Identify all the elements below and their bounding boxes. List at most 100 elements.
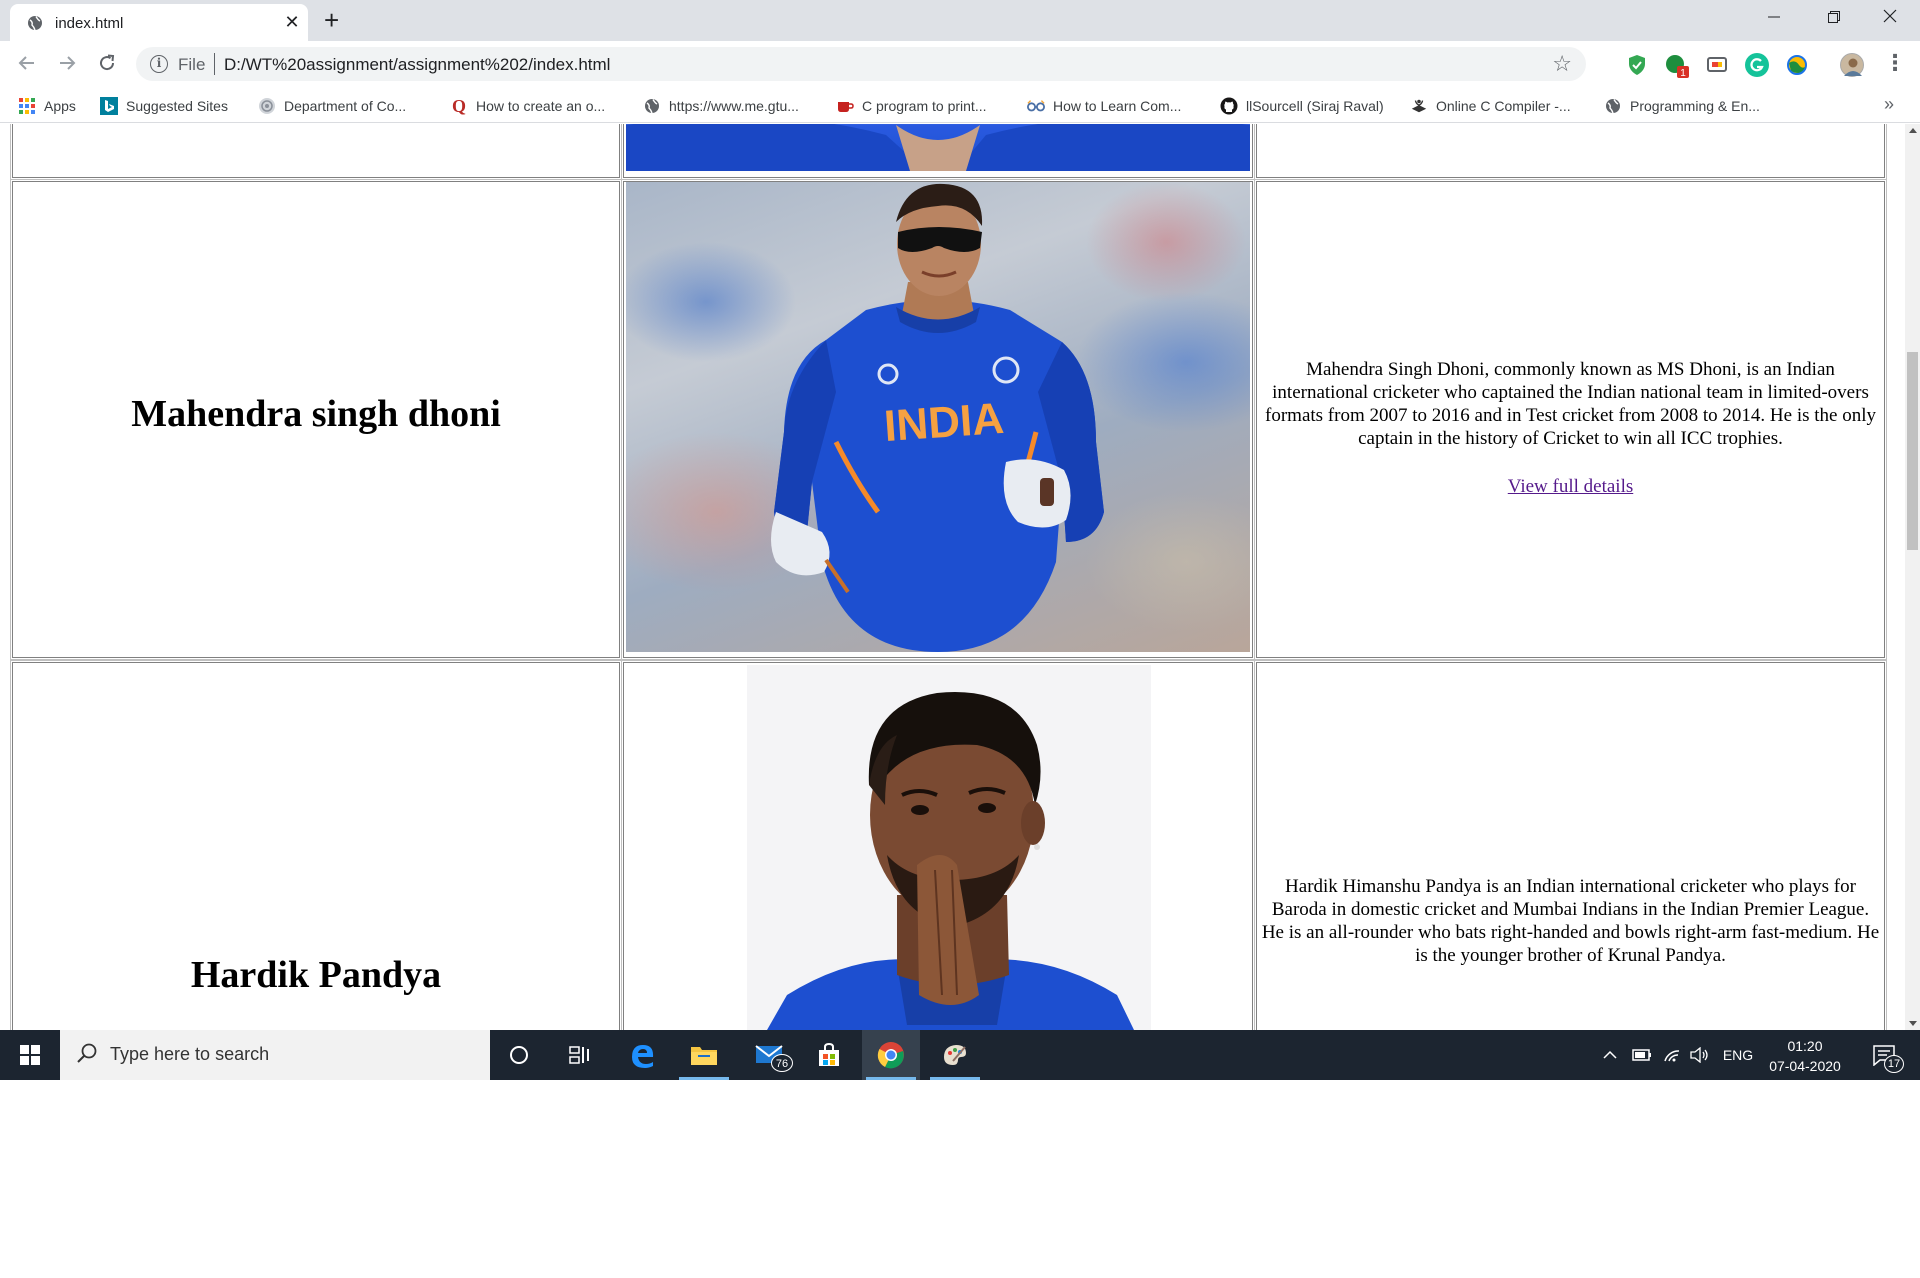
close-window-button[interactable] — [1862, 0, 1918, 38]
mail-badge: 76 — [771, 1054, 793, 1072]
store-button[interactable] — [800, 1030, 858, 1080]
windows-logo-icon — [20, 1045, 40, 1065]
bookmark-learn-com[interactable]: How to Learn Com... — [1027, 95, 1181, 117]
tab-close-icon[interactable]: ✕ — [282, 12, 302, 32]
tab-strip: index.html ✕ + — [0, 0, 1920, 41]
player-photo-cell — [621, 660, 1255, 1030]
chrome-button[interactable] — [862, 1030, 920, 1080]
table-cell — [10, 124, 622, 180]
bookmark-online-compiler[interactable]: Online C Compiler -... — [1410, 95, 1571, 117]
paint-button[interactable] — [926, 1030, 984, 1080]
language-indicator[interactable]: ENG — [1718, 1030, 1758, 1080]
bookmark-label: Department of Co... — [284, 98, 407, 114]
windows-taskbar: Type here to search 76 ENG 01:20 07-04-2… — [0, 1030, 1920, 1080]
previous-player-photo — [626, 124, 1250, 171]
ms-dhoni-photo: INDIA — [626, 182, 1250, 652]
notification-badge: 17 — [1884, 1055, 1904, 1073]
player-description-cell: Mahendra Singh Dhoni, commonly known as … — [1254, 179, 1887, 660]
minimize-button[interactable] — [1746, 0, 1802, 38]
vertical-scrollbar[interactable] — [1905, 124, 1920, 1030]
bookmark-star-icon[interactable]: ☆ — [1552, 51, 1572, 77]
globe-icon — [643, 97, 661, 115]
shield-extension-icon[interactable] — [1625, 53, 1649, 77]
bookmark-label: Apps — [44, 98, 76, 114]
edge-button[interactable] — [613, 1030, 671, 1080]
volume-icon[interactable] — [1688, 1030, 1712, 1080]
cast-extension-icon[interactable] — [1705, 53, 1729, 77]
cup-icon — [836, 97, 854, 115]
clock-date: 07-04-2020 — [1769, 1058, 1841, 1074]
address-bar[interactable]: i File D:/WT%20assignment/assignment%202… — [136, 47, 1586, 81]
apps-grid-icon — [18, 97, 36, 115]
github-icon — [1220, 97, 1238, 115]
bookmark-label: How to Learn Com... — [1053, 98, 1182, 114]
back-button[interactable] — [14, 52, 40, 78]
bookmark-github[interactable]: llSourcell (Siraj Raval) — [1220, 95, 1384, 117]
player-description: Hardik Himanshu Pandya is an Indian inte… — [1261, 876, 1880, 966]
edge-icon — [632, 1045, 654, 1068]
folder-icon — [691, 1047, 717, 1065]
scroll-down-icon[interactable] — [1909, 1021, 1917, 1026]
paint-icon — [944, 1045, 966, 1065]
battery-icon[interactable] — [1630, 1030, 1654, 1080]
scrollbar-thumb[interactable] — [1907, 352, 1918, 550]
player-name: Hardik Pandya — [190, 954, 442, 996]
player-name-cell: Hardik Pandya — [10, 660, 622, 1030]
bookmark-programming[interactable]: Programming & En... — [1604, 95, 1760, 117]
task-view-icon — [569, 1046, 589, 1064]
new-tab-button[interactable]: + — [324, 7, 339, 33]
view-full-details-link[interactable]: View full details — [1257, 476, 1884, 498]
clock-time: 01:20 — [1787, 1038, 1823, 1054]
site-info-icon[interactable]: i — [150, 55, 168, 73]
table-cell — [1254, 124, 1887, 180]
tab-title: index.html — [55, 15, 124, 32]
taskbar-search-box[interactable]: Type here to search — [60, 1030, 490, 1080]
bookmark-label: https://www.me.gtu... — [669, 98, 799, 114]
table-cell — [621, 124, 1255, 180]
globe-extension-icon[interactable] — [1785, 53, 1809, 77]
store-icon — [819, 1042, 839, 1066]
bookmark-gtu[interactable]: https://www.me.gtu... — [643, 95, 799, 117]
bookmark-label: Online C Compiler -... — [1436, 98, 1571, 114]
chrome-menu-icon[interactable]: ⋮ — [1884, 50, 1906, 76]
reload-button[interactable] — [94, 52, 120, 78]
wifi-icon[interactable] — [1660, 1030, 1684, 1080]
url-text[interactable]: D:/WT%20assignment/assignment%202/index.… — [224, 55, 610, 75]
bing-icon — [100, 97, 118, 115]
jersey-text: INDIA — [883, 394, 1006, 451]
file-explorer-button[interactable] — [675, 1030, 733, 1080]
player-description: Mahendra Singh Dhoni, commonly known as … — [1265, 359, 1876, 449]
grammarly-icon[interactable] — [1745, 53, 1769, 77]
search-icon — [76, 1042, 98, 1069]
forward-button[interactable] — [54, 52, 80, 78]
bookmark-label: How to create an o... — [476, 98, 606, 114]
start-button[interactable] — [0, 1030, 60, 1080]
bookmark-quora[interactable]: Q How to create an o... — [450, 95, 605, 117]
department-icon — [258, 97, 276, 115]
player-photo-cell: INDIA — [621, 179, 1255, 660]
url-divider — [214, 53, 215, 75]
bookmark-department[interactable]: Department of Co... — [258, 95, 406, 117]
clock[interactable]: 01:20 07-04-2020 — [1760, 1036, 1850, 1076]
bookmark-suggested-sites[interactable]: Suggested Sites — [100, 95, 228, 117]
browser-toolbar: i File D:/WT%20assignment/assignment%202… — [0, 41, 1920, 88]
task-view-button[interactable] — [551, 1030, 609, 1080]
player-name-cell: Mahendra singh dhoni — [10, 179, 622, 660]
bookmark-apps[interactable]: Apps — [18, 95, 76, 117]
page-content: Mahendra singh dhoni INDIA Mahendra Sing… — [0, 124, 1905, 1030]
extension-badge-icon[interactable]: 1 — [1664, 53, 1689, 79]
cortana-button[interactable] — [490, 1030, 548, 1080]
tray-overflow-icon[interactable] — [1600, 1030, 1620, 1080]
scroll-up-icon[interactable] — [1909, 128, 1917, 133]
bookmark-label: C program to print... — [862, 98, 987, 114]
mail-button[interactable]: 76 — [741, 1030, 799, 1080]
hardik-pandya-photo — [747, 665, 1151, 1030]
browser-tab[interactable]: index.html ✕ — [10, 4, 308, 41]
bookmark-c-program[interactable]: C program to print... — [836, 95, 987, 117]
compiler-icon — [1410, 97, 1428, 115]
screen: index.html ✕ + i File D:/WT%20assignment… — [0, 0, 1920, 1080]
restore-button[interactable] — [1806, 0, 1862, 38]
bookmarks-overflow-icon[interactable]: » — [1884, 94, 1894, 115]
action-center-button[interactable]: 17 — [1864, 1030, 1904, 1080]
profile-avatar[interactable] — [1840, 53, 1864, 77]
